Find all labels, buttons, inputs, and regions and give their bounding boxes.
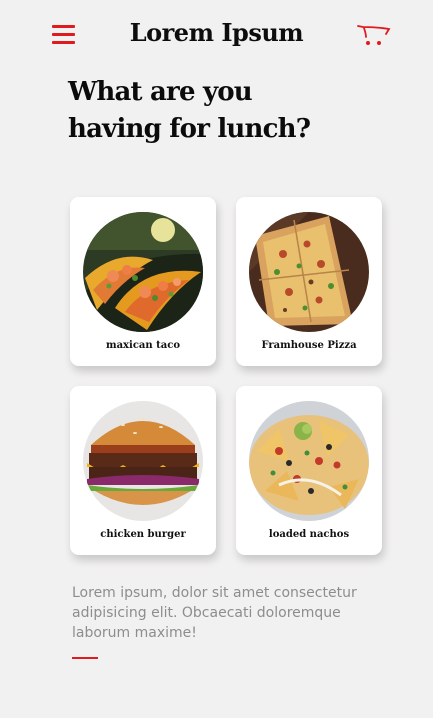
taco-image [83, 212, 203, 332]
card-label: chicken burger [100, 529, 186, 540]
food-card-pizza[interactable]: Framhouse Pizza [236, 197, 382, 366]
food-card-nachos[interactable]: loaded nachos [236, 386, 382, 555]
card-label: Framhouse Pizza [261, 340, 357, 351]
accent-divider [72, 657, 98, 659]
food-card-taco[interactable]: maxican taco [70, 197, 216, 366]
food-card-burger[interactable]: chicken burger [70, 386, 216, 555]
card-label: maxican taco [106, 340, 180, 351]
heading-line-1: What are you [68, 77, 253, 107]
card-label: loaded nachos [268, 529, 350, 540]
nachos-image [249, 401, 369, 521]
shopping-cart-icon[interactable] [355, 20, 393, 50]
burger-image [83, 401, 203, 521]
description-text: Lorem ipsum, dolor sit amet consectetur … [72, 585, 357, 641]
heading-line-2: having for lunch? [68, 114, 311, 144]
page-heading: What are you having for lunch? [68, 74, 368, 148]
pizza-image [249, 212, 369, 332]
app-header: Lorem Ipsum [0, 0, 433, 70]
